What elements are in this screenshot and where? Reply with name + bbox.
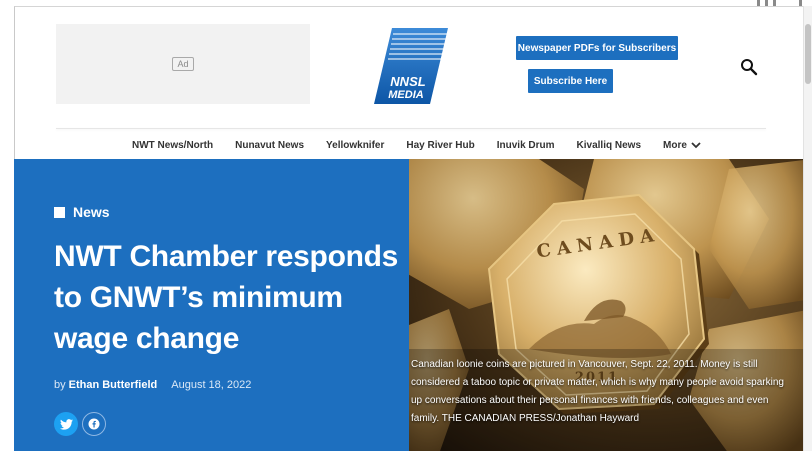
facebook-share-button[interactable] [82,412,106,436]
newspaper-pdfs-button[interactable]: Newspaper PDFs for Subscribers [516,36,678,60]
byline-prefix: by [54,379,66,391]
publish-date: August 18, 2022 [171,379,252,391]
article-headline[interactable]: NWT Chamber responds to GNWT’s minimum w… [54,236,404,359]
category-label[interactable]: News [54,204,110,220]
photo-caption: Canadian loonie coins are pictured in Va… [411,359,784,424]
scrollbar-thumb[interactable] [805,24,811,84]
main-nav: NWT News/North Nunavut News Yellowknifer… [132,137,723,153]
facebook-icon [88,418,100,430]
nnsl-media-logo[interactable]: NNSL MEDIA [370,28,450,104]
headline-line-2: to GNWT’s minimum [54,281,343,314]
category-text: News [73,204,110,220]
search-icon[interactable] [740,58,758,76]
headline-line-1: NWT Chamber responds [54,240,399,273]
byline: by Ethan Butterfield August 18, 2022 [54,379,251,391]
author-link[interactable]: Ethan Butterfield [69,379,158,391]
page-scrollbar[interactable] [803,6,812,451]
twitter-share-button[interactable] [54,412,78,436]
category-square-icon [54,206,65,218]
headline-line-3: wage change [54,322,240,355]
nav-item-yellowknifer[interactable]: Yellowknifer [326,140,384,151]
nav-divider [56,128,766,129]
ad-label: Ad [172,57,194,71]
subscribe-button[interactable]: Subscribe Here [528,69,613,93]
nav-more-label: More [663,139,687,151]
nav-item-hay-river-hub[interactable]: Hay River Hub [406,140,474,151]
nav-more-menu[interactable]: More [663,140,701,151]
nav-item-nwt-news-north[interactable]: NWT News/North [132,140,213,151]
chevron-down-icon [691,141,701,148]
logo-line-1: NNSL [390,74,425,89]
ad-banner[interactable]: Ad [56,24,310,104]
nav-item-inuvik-drum[interactable]: Inuvik Drum [497,140,555,151]
twitter-icon [59,418,73,430]
nav-item-nunavut-news[interactable]: Nunavut News [235,140,304,151]
logo-line-2: MEDIA [388,89,424,101]
nav-item-kivalliq-news[interactable]: Kivalliq News [577,140,641,151]
